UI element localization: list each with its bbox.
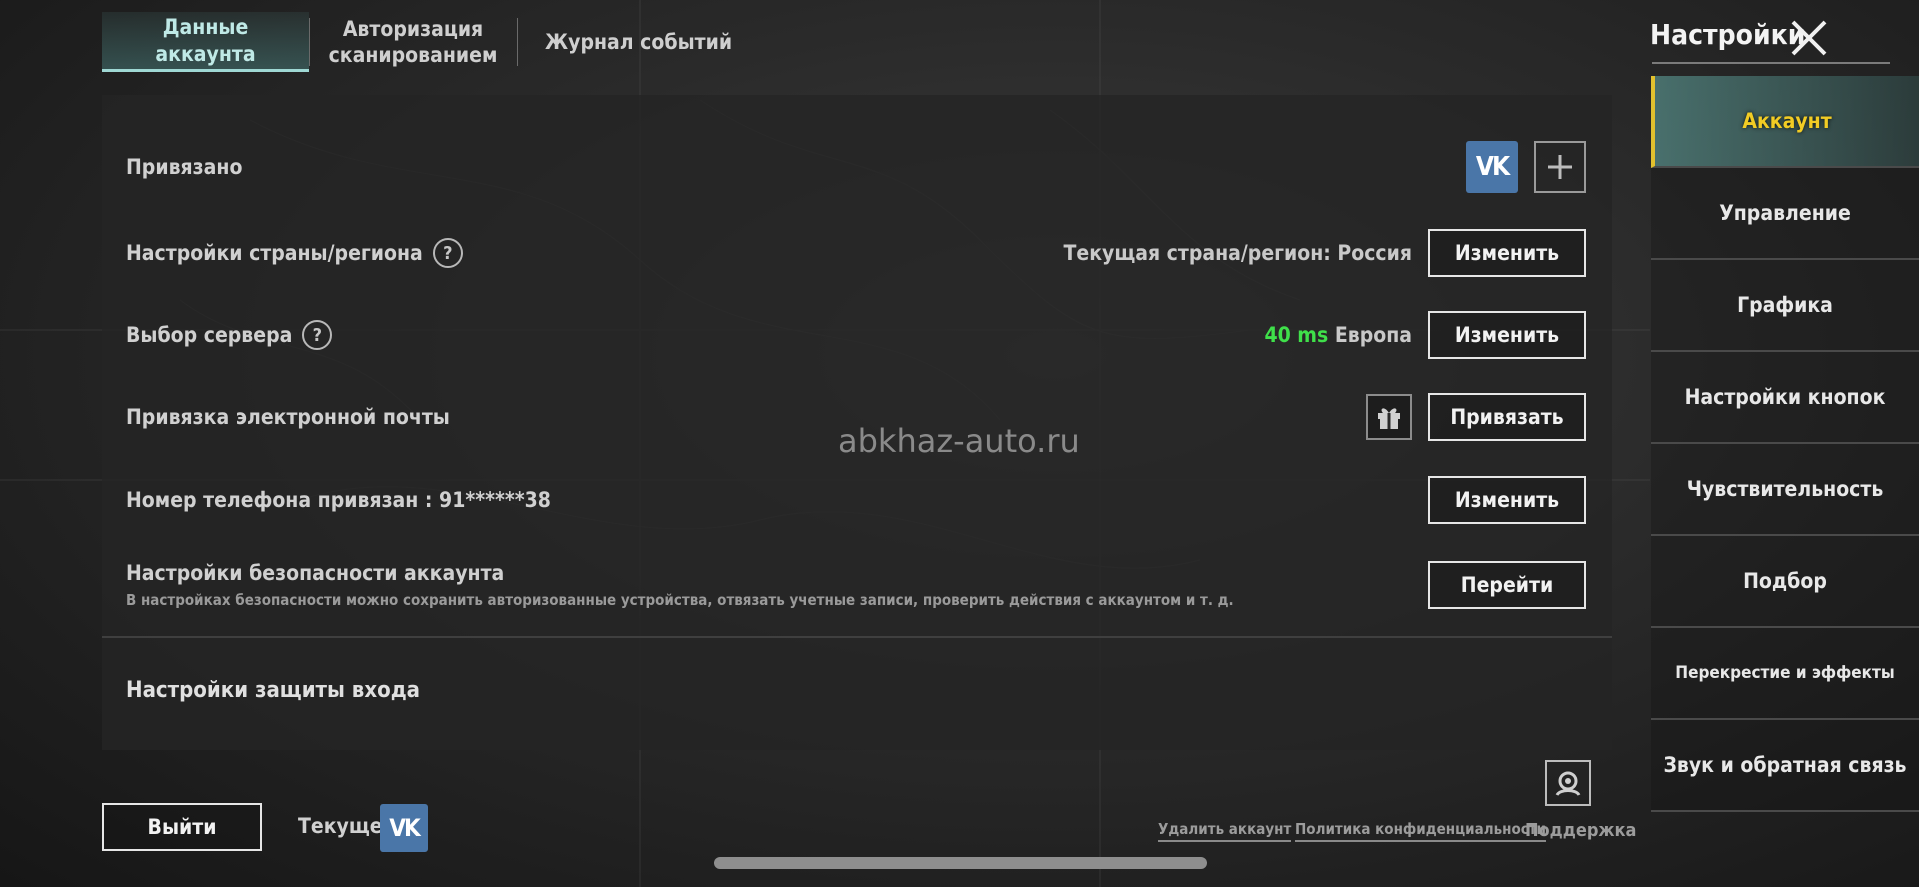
top-tabs: Данные аккаунта Авторизация сканирование…	[102, 12, 760, 72]
settings-sidebar: Аккаунт Управление Графика Настройки кно…	[1651, 76, 1919, 812]
linked-label: Привязано	[126, 155, 243, 179]
sidebar-item-graphics[interactable]: Графика	[1651, 260, 1919, 352]
close-icon[interactable]	[1789, 18, 1829, 58]
sidebar-item-account[interactable]: Аккаунт	[1651, 76, 1919, 168]
security-text: Настройки безопасности аккаунта В настро…	[126, 561, 1234, 609]
login-protection-title: Настройки защиты входа	[126, 678, 421, 703]
phone-label: Номер телефона привязан : 91******38	[126, 488, 551, 512]
support-link[interactable]: Поддержка	[1525, 820, 1636, 841]
title-underline	[1652, 62, 1890, 64]
row-server: Выбор сервера ? 40 ms Европа Изменить	[126, 310, 1586, 360]
plus-icon	[1548, 155, 1572, 179]
question-icon[interactable]: ?	[302, 320, 333, 350]
sidebar-item-sound[interactable]: Звук и обратная связь	[1651, 720, 1919, 812]
tab-scan-authorization[interactable]: Авторизация сканированием	[309, 12, 517, 72]
row-security: Настройки безопасности аккаунта В настро…	[126, 553, 1586, 617]
change-region-button[interactable]: Изменить	[1428, 229, 1586, 277]
delete-account-link[interactable]: Удалить аккаунт	[1158, 820, 1292, 842]
gift-icon[interactable]	[1366, 394, 1412, 440]
server-status: 40 ms Европа	[1264, 323, 1412, 347]
support-icon[interactable]	[1545, 760, 1591, 806]
server-label: Выбор сервера ?	[126, 320, 333, 350]
sidebar-item-controls[interactable]: Управление	[1651, 168, 1919, 260]
change-phone-button[interactable]: Изменить	[1428, 476, 1586, 524]
ping-value: 40 ms	[1264, 323, 1329, 347]
region-label: Настройки страны/региона ?	[126, 238, 463, 268]
email-label: Привязка электронной почты	[126, 405, 450, 429]
security-label: Настройки безопасности аккаунта	[126, 561, 505, 585]
change-server-button[interactable]: Изменить	[1428, 311, 1586, 359]
vk-icon: VK	[380, 804, 428, 852]
sidebar-item-matchmaking[interactable]: Подбор	[1651, 536, 1919, 628]
logout-button[interactable]: Выйти	[102, 803, 262, 851]
gift-glyph	[1378, 408, 1400, 429]
add-link-button[interactable]	[1534, 141, 1586, 193]
headset-glyph	[1555, 771, 1581, 796]
vk-icon[interactable]: VK	[1466, 141, 1518, 193]
row-region: Настройки страны/региона ? Текущая стран…	[126, 228, 1586, 278]
bind-email-button[interactable]: Привязать	[1428, 393, 1586, 441]
row-linked: Привязано VK	[126, 141, 1586, 193]
watermark: abkhaz-auto.ru	[838, 422, 1080, 460]
question-icon[interactable]: ?	[432, 238, 463, 268]
sidebar-item-crosshair[interactable]: Перекрестие и эффекты	[1651, 628, 1919, 720]
sidebar-item-button-settings[interactable]: Настройки кнопок	[1651, 352, 1919, 444]
current-region-text: Текущая страна/регион: Россия	[1063, 241, 1412, 265]
tab-account-data[interactable]: Данные аккаунта	[102, 12, 309, 72]
server-region: Европа	[1334, 323, 1412, 347]
go-security-button[interactable]: Перейти	[1428, 561, 1586, 609]
privacy-policy-link[interactable]: Политика конфиденциальности	[1295, 820, 1546, 842]
settings-title: Настройки	[1650, 18, 1806, 51]
security-description: В настройках безопасности можно сохранит…	[126, 591, 1234, 609]
divider	[102, 636, 1612, 638]
sidebar-item-sensitivity[interactable]: Чувствительность	[1651, 444, 1919, 536]
home-indicator[interactable]	[714, 857, 1207, 869]
row-phone: Номер телефона привязан : 91******38 Изм…	[126, 475, 1586, 525]
tab-event-log[interactable]: Журнал событий	[517, 12, 760, 72]
